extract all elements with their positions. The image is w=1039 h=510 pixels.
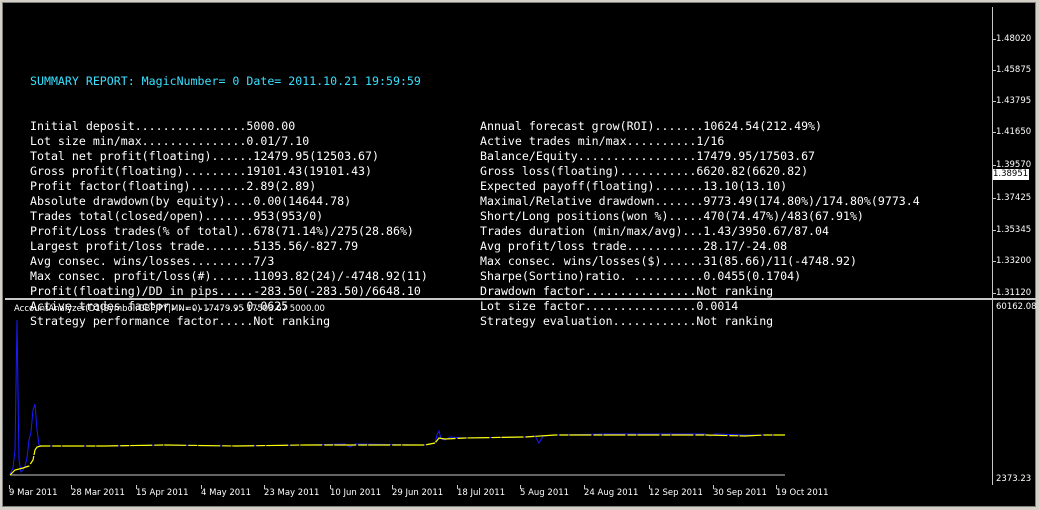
date-label: 30 Sep 2011: [713, 488, 767, 498]
price-scale-label: 1.41650: [996, 127, 1032, 137]
report-line: Trades duration (min/max/avg)...1.43/395…: [480, 224, 830, 238]
indicator-scale-top: 60162.08: [996, 302, 1037, 312]
report-line: Trades total(closed/open).......953(953/…: [30, 209, 324, 223]
date-label: 15 Apr 2011: [136, 488, 189, 498]
price-scale-label: 1.33200: [996, 256, 1032, 266]
report-line: Max consec. wins/losses($)......31(85.66…: [480, 254, 857, 268]
date-label: 9 Mar 2011: [9, 488, 58, 498]
report-header: SUMMARY REPORT: MagicNumber= 0 Date= 201…: [30, 74, 421, 88]
date-label: 10 Jun 2011: [330, 488, 382, 498]
report-line: Lot size min/max...............0.01/7.10: [30, 134, 310, 148]
report-line: Profit(floating)/DD in pips.....-283.50(…: [30, 284, 421, 298]
report-line: Annual forecast grow(ROI).......10624.54…: [480, 119, 823, 133]
equity-chart: [9, 319, 785, 476]
report-line: Sharpe(Sortino)ratio. ..........0.0455(0…: [480, 269, 802, 283]
report-line: Active trades min/max..........1/16: [480, 134, 725, 148]
report-line: Avg consec. wins/losses.........7/3: [30, 254, 275, 268]
price-scale-label: 1.35345: [996, 225, 1032, 235]
equity-line: [9, 319, 785, 475]
report-line: Gross profit(floating).........19101.43(…: [30, 164, 373, 178]
report-line: Total net profit(floating)......12479.95…: [30, 149, 380, 163]
indicator-scale-bottom: 2373.23: [996, 474, 1032, 484]
report-line: Maximal/Relative drawdown.......9773.49(…: [480, 194, 920, 208]
date-label: 24 Aug 2011: [584, 488, 639, 498]
report-line: Profit factor(floating)........2.89(2.89…: [30, 179, 317, 193]
report-line: Largest profit/loss trade.......5135.56/…: [30, 239, 359, 253]
date-label: 18 Jul 2011: [457, 488, 506, 498]
price-scale-label: 1.31120: [996, 288, 1032, 298]
current-price-label: 1.38951: [993, 169, 1029, 180]
report-line: Avg profit/loss trade...........28.17/-2…: [480, 239, 788, 253]
price-scale-label: 1.48020: [996, 34, 1032, 44]
date-label: 4 May 2011: [201, 488, 252, 498]
price-scale-label: 1.45875: [996, 65, 1032, 75]
date-label: 29 Jun 2011: [392, 488, 444, 498]
report-line: Absolute drawdown(by equity)....0.00(146…: [30, 194, 352, 208]
summary-report: SUMMARY REPORT: MagicNumber= 0 Date= 201…: [30, 44, 920, 328]
report-line: Gross loss(floating)...........6620.82(6…: [480, 164, 809, 178]
balance-line: [9, 434, 785, 476]
price-scale-label: 1.37425: [996, 193, 1032, 203]
date-label: 23 May 2011: [264, 488, 320, 498]
date-label: 12 Sep 2011: [649, 488, 703, 498]
report-line: Initial deposit................5000.00: [30, 119, 296, 133]
report-line: Max consec. profit/loss(#)......11093.82…: [30, 269, 428, 283]
date-label: 5 Aug 2011: [520, 488, 570, 498]
report-line: Expected payoff(floating).......13.10(13…: [480, 179, 788, 193]
date-label: 28 Mar 2011: [71, 488, 125, 498]
report-line: Drawdown factor................Not ranki…: [480, 284, 774, 298]
price-scale-label: 1.43795: [996, 96, 1032, 106]
report-left-column: Initial deposit................5000.00 Lo…: [30, 119, 428, 329]
report-line: Profit/Loss trades(% of total)..678(71.1…: [30, 224, 414, 238]
report-right-column: Annual forecast grow(ROI).......10624.54…: [480, 119, 920, 329]
date-label: 19 Oct 2011: [776, 488, 829, 498]
report-line: Balance/Equity.................17479.95/…: [480, 149, 816, 163]
report-line: Short/Long positions(won %).....470(74.4…: [480, 209, 864, 223]
